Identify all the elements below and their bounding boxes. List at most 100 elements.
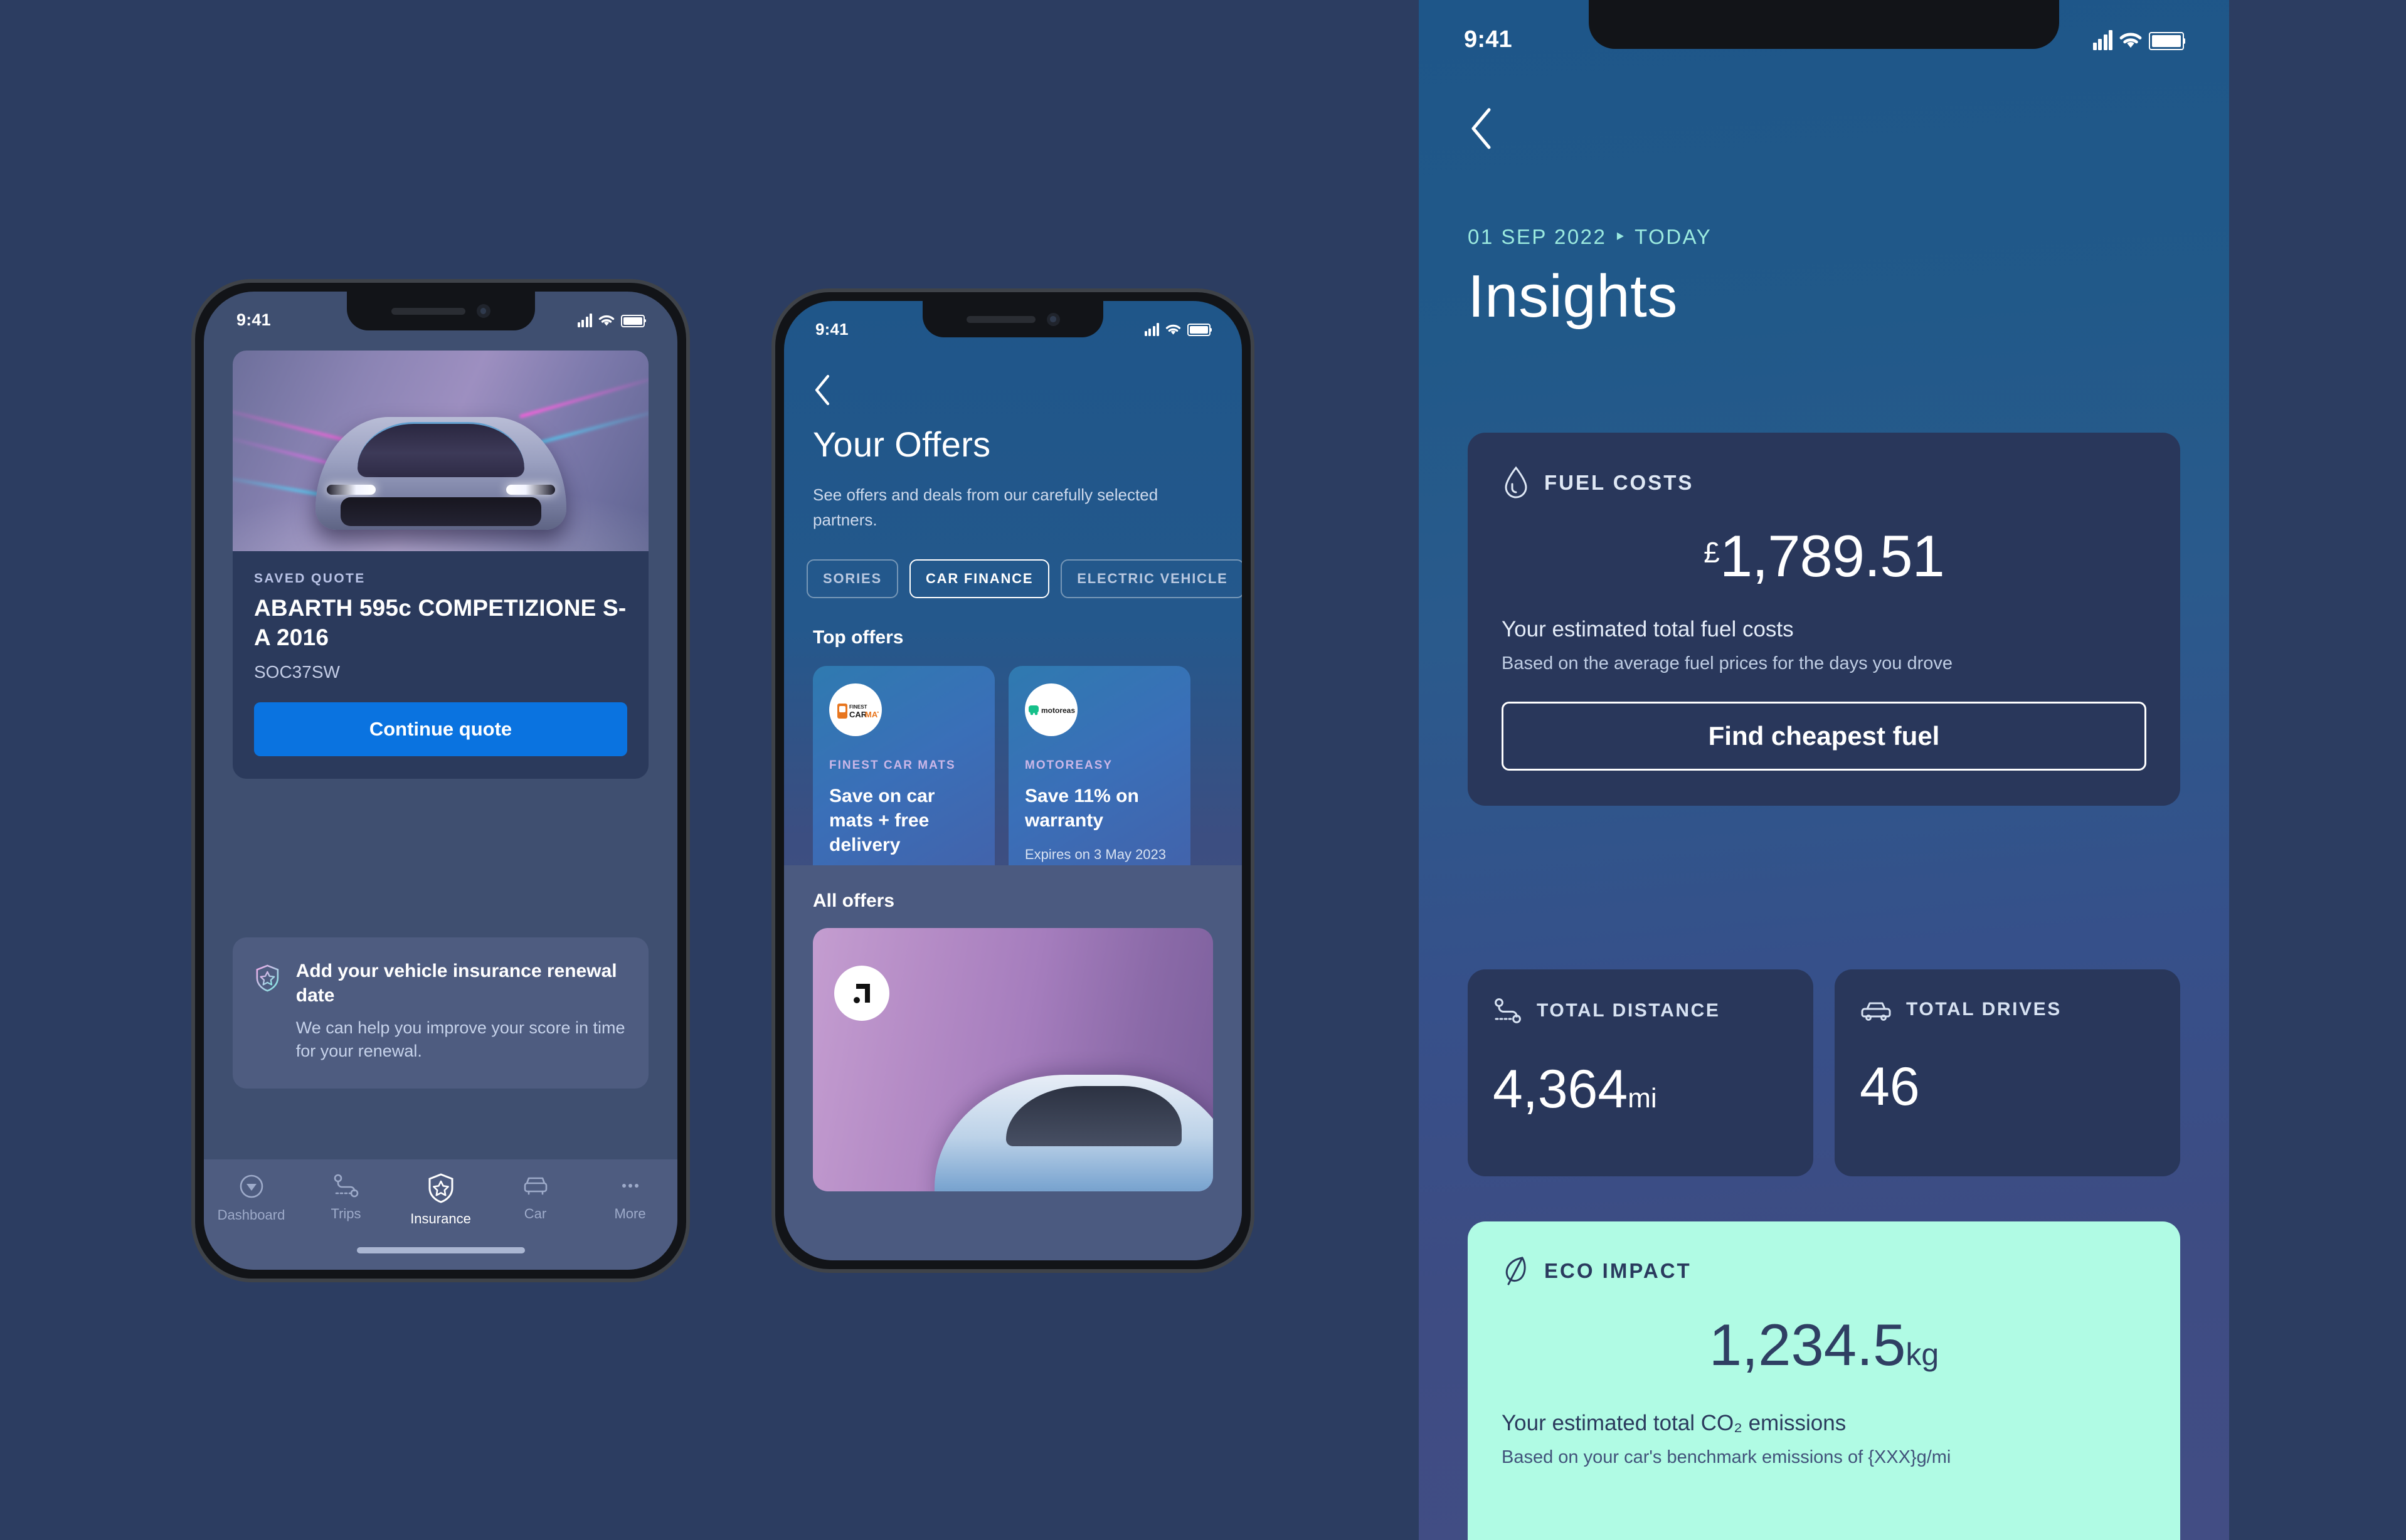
tab-label: Trips bbox=[331, 1206, 361, 1221]
fuel-costs-description: Your estimated total fuel costs bbox=[1502, 617, 1794, 641]
volume-down-button[interactable] bbox=[191, 634, 194, 708]
sidebar-item-dashboard[interactable]: Dashboard bbox=[204, 1173, 299, 1223]
all-offers-card[interactable] bbox=[813, 928, 1213, 1191]
back-button[interactable] bbox=[1468, 107, 1494, 154]
cellular-bars-icon bbox=[577, 313, 592, 327]
tab-label: Insurance bbox=[410, 1211, 471, 1226]
promo-title: Add your vehicle insurance renewal date bbox=[295, 961, 617, 1006]
vehicle-registration: SOC37SW bbox=[254, 662, 340, 682]
partner-square-logo bbox=[834, 966, 889, 1021]
eco-impact-description: Your estimated total CO₂ emissions bbox=[1502, 1411, 1847, 1435]
offer-filter-tabs[interactable]: SORIES CAR FINANCE ELECTRIC VEHICLE EXPE… bbox=[784, 559, 1242, 598]
wifi-icon bbox=[598, 315, 615, 325]
eco-impact-card: ECO IMPACT 1,234.5kg Your estimated tota… bbox=[1468, 1221, 2180, 1540]
total-drives-value: 46 bbox=[1860, 1057, 1920, 1117]
eco-impact-value: 1,234.5 bbox=[1709, 1312, 1906, 1378]
motoreasy-logo: motoreasy bbox=[1029, 705, 1075, 715]
route-icon bbox=[334, 1174, 358, 1198]
bottom-tab-bar: Dashboard Trips Insurance Car More bbox=[204, 1159, 677, 1270]
home-indicator[interactable] bbox=[356, 1247, 525, 1253]
svg-text:motoreasy: motoreasy bbox=[1041, 706, 1075, 715]
car-icon bbox=[524, 1177, 547, 1195]
total-drives-card: TOTAL DRIVES 46 bbox=[1835, 969, 2180, 1176]
ellipsis-icon bbox=[622, 1184, 639, 1188]
svg-text:FINEST: FINEST bbox=[849, 704, 867, 710]
chevron-left-icon bbox=[1471, 108, 1491, 149]
phone-mockup-offers: 9:41 Your Offers See offers and deals fr… bbox=[771, 288, 1254, 1273]
partner-mark-icon bbox=[854, 984, 870, 1003]
power-button[interactable] bbox=[687, 578, 690, 684]
total-drives-value-wrap: 46 bbox=[1860, 1060, 2155, 1114]
shield-star-icon bbox=[256, 964, 279, 992]
route-icon bbox=[1495, 998, 1521, 1023]
fuel-costs-value: 1,789.51 bbox=[1719, 523, 1945, 589]
battery-icon bbox=[2149, 31, 2185, 50]
offer-expiry: Expires on 3 May 2023 bbox=[1025, 846, 1167, 862]
eco-impact-amount: 1,234.5kg bbox=[1502, 1316, 2146, 1374]
saved-quote-card[interactable]: SAVED QUOTE ABARTH 595c COMPETIZIONE S-A… bbox=[233, 351, 649, 779]
saved-quote-kicker: SAVED QUOTE bbox=[254, 571, 366, 586]
total-distance-label: TOTAL DISTANCE bbox=[1537, 1000, 1720, 1021]
tab-label: More bbox=[614, 1206, 646, 1221]
battery-icon bbox=[1187, 324, 1212, 336]
sidebar-item-insurance[interactable]: Insurance bbox=[393, 1173, 488, 1227]
fuel-droplet-icon bbox=[1505, 466, 1527, 498]
back-button[interactable] bbox=[813, 374, 832, 409]
status-time: 9:41 bbox=[236, 310, 271, 329]
battery-icon bbox=[621, 314, 646, 327]
mute-switch[interactable] bbox=[191, 471, 194, 511]
section-title-top-offers: Top offers bbox=[813, 627, 904, 648]
volume-up-button[interactable] bbox=[191, 540, 194, 614]
shield-star-icon bbox=[428, 1173, 453, 1203]
mute-switch[interactable] bbox=[771, 474, 774, 513]
promo-body: We can help you improve your score in ti… bbox=[295, 1018, 625, 1061]
phone2-screen: 9:41 Your Offers See offers and deals fr… bbox=[784, 301, 1242, 1260]
phone1-content: SAVED QUOTE ABARTH 595c COMPETIZIONE S-A… bbox=[204, 292, 677, 1270]
total-distance-unit: mi bbox=[1628, 1083, 1657, 1114]
all-offers-section: All offers bbox=[784, 865, 1242, 1260]
brand-logo-finest-car-mats: FINEST CAR MATS bbox=[829, 683, 882, 736]
wifi-icon bbox=[2119, 32, 2142, 48]
eco-impact-subdescription: Based on your car's benchmark emissions … bbox=[1502, 1447, 1951, 1467]
sidebar-item-trips[interactable]: Trips bbox=[299, 1173, 393, 1222]
total-distance-value: 4,364 bbox=[1493, 1059, 1628, 1119]
section-title-all-offers: All offers bbox=[813, 890, 895, 911]
wifi-icon bbox=[1165, 324, 1181, 335]
total-distance-value-wrap: 4,364mi bbox=[1493, 1062, 1788, 1116]
dashboard-gauge-icon bbox=[240, 1174, 263, 1198]
offer-brand-name: MOTOREASY bbox=[1025, 759, 1113, 772]
offer-headline: Save on car mats + free delivery bbox=[829, 786, 935, 855]
volume-down-button[interactable] bbox=[771, 632, 774, 704]
continue-quote-button[interactable]: Continue quote bbox=[254, 702, 627, 757]
brand-logo-motoreasy: motoreasy bbox=[1025, 683, 1078, 736]
find-cheapest-fuel-button[interactable]: Find cheapest fuel bbox=[1502, 702, 2146, 771]
page-subtitle: See offers and deals from our carefully … bbox=[813, 485, 1158, 529]
stats-row: TOTAL DISTANCE 4,364mi TOTAL DRIVES 46 bbox=[1468, 969, 2180, 1176]
tab-label: Car bbox=[524, 1206, 547, 1221]
finest-carmats-logo: FINEST CAR MATS bbox=[837, 704, 879, 719]
tab-accessories[interactable]: SORIES bbox=[807, 559, 898, 598]
tab-electric-vehicle[interactable]: ELECTRIC VEHICLE bbox=[1061, 559, 1242, 598]
phone-mockup-insurance: 9:41 SAVED QUOTE ABARTH 595c COMPETIZION… bbox=[191, 279, 690, 1282]
car-windows bbox=[1006, 1086, 1182, 1146]
screenshot-canvas: 9:41 SAVED QUOTE ABARTH 595c COMPETIZION… bbox=[0, 0, 2406, 1540]
cellular-bars-icon bbox=[1144, 323, 1159, 336]
status-bar: 9:41 bbox=[1419, 26, 2229, 53]
eco-impact-unit: kg bbox=[1905, 1337, 1939, 1372]
sidebar-item-more[interactable]: More bbox=[583, 1173, 677, 1222]
status-time: 9:41 bbox=[815, 320, 849, 339]
volume-up-button[interactable] bbox=[771, 541, 774, 612]
top-offers-section: Top offers FINEST CAR MATS FI bbox=[784, 627, 1242, 906]
car-grill bbox=[340, 497, 541, 526]
car-icon bbox=[1861, 1002, 1891, 1021]
phone1-screen: 9:41 SAVED QUOTE ABARTH 595c COMPETIZION… bbox=[204, 292, 677, 1270]
sidebar-item-car[interactable]: Car bbox=[488, 1173, 583, 1222]
tab-car-finance[interactable]: CAR FINANCE bbox=[909, 559, 1050, 598]
power-button[interactable] bbox=[1252, 574, 1254, 677]
blue-hatchback-car-illustration bbox=[935, 1075, 1213, 1191]
page-title: Your Offers bbox=[813, 425, 991, 464]
phone-mockup-insights: 9:41 01 SEP 2022 ‣ TODAY Insights FUEL C… bbox=[1419, 0, 2229, 1540]
insurance-renewal-promo-card[interactable]: Add your vehicle insurance renewal date … bbox=[233, 937, 649, 1089]
fuel-costs-amount: £1,789.51 bbox=[1502, 527, 2146, 586]
status-bar: 9:41 bbox=[784, 320, 1242, 339]
